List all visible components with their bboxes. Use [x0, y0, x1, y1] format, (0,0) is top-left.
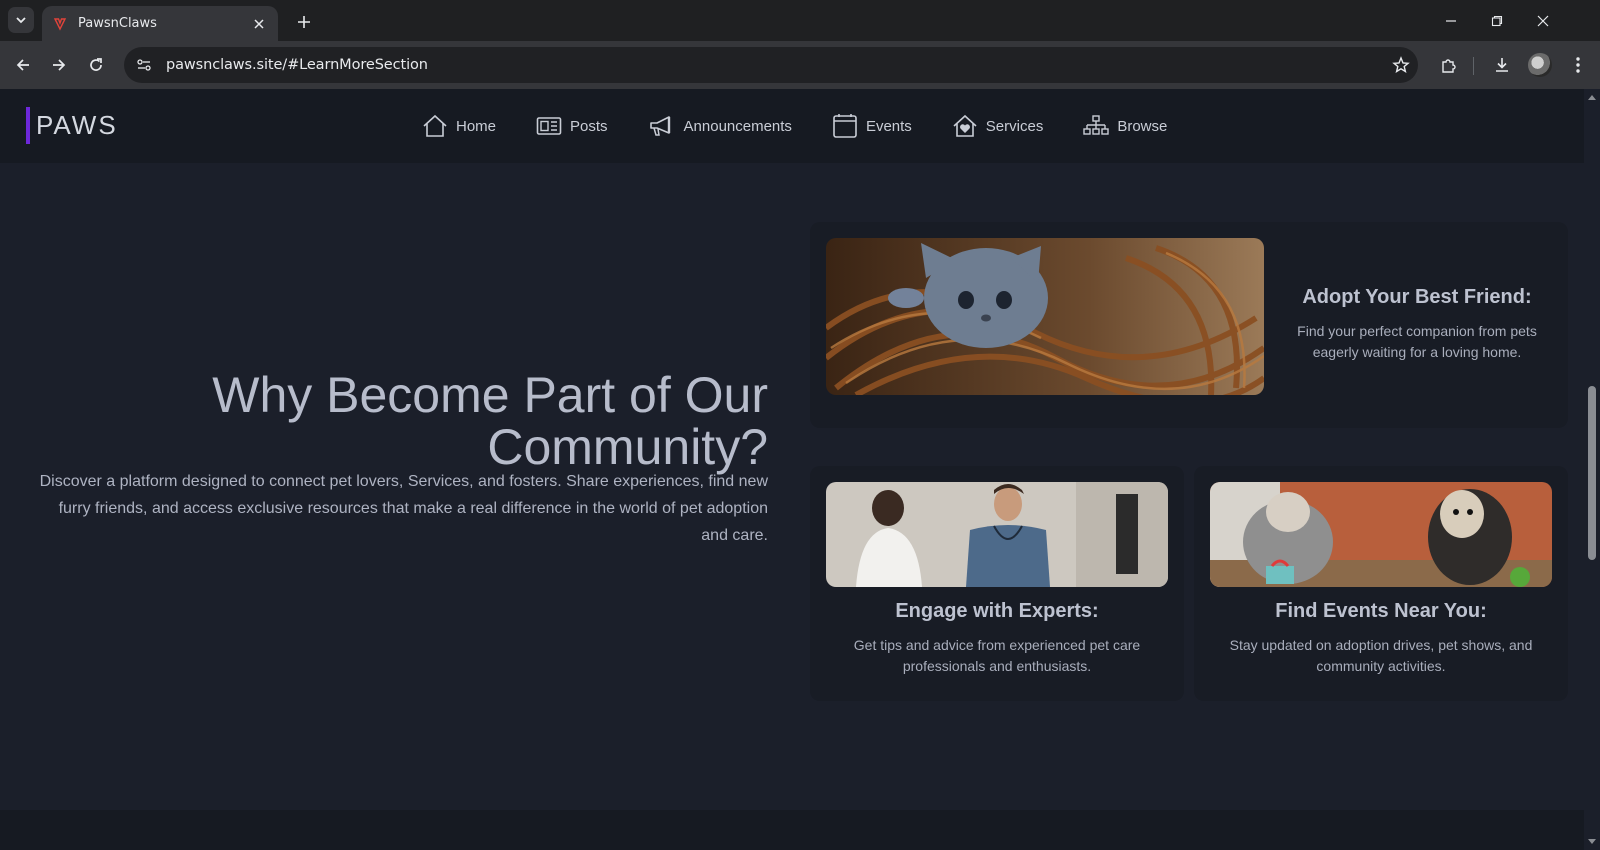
feature-card-experts: Engage with Experts: Get tips and advice… [810, 466, 1184, 701]
adopt-card-description: Find your perfect companion from pets ea… [1297, 323, 1537, 360]
events-card-title: Find Events Near You: [1275, 600, 1487, 622]
close-icon [1537, 15, 1549, 26]
calendar-icon [833, 114, 857, 138]
dogs-with-gifts-image [1210, 482, 1552, 587]
reload-icon [90, 58, 102, 71]
url-text: pawsnclaws.site/#LearnMoreSection [166, 57, 428, 73]
nav-home-label: Home [456, 117, 497, 135]
browser-tabbar: PawsnClaws [0, 0, 1600, 41]
site-logo[interactable]: PAWS [26, 107, 118, 144]
next-section-edge [0, 810, 1584, 850]
nav-announcements[interactable]: Announcements [648, 113, 792, 139]
plus-icon [298, 16, 310, 28]
kitten-in-basket-image [826, 238, 1264, 395]
scrollbar-thumb[interactable] [1588, 386, 1596, 560]
browser-toolbar: pawsnclaws.site/#LearnMoreSection [0, 41, 1600, 89]
tab-search-button[interactable] [8, 7, 34, 33]
minimize-icon [1446, 19, 1456, 22]
nav-announcements-label: Announcements [683, 117, 792, 135]
bookmark-star-icon[interactable] [1384, 56, 1418, 74]
experts-card-description: Get tips and advice from experienced pet… [853, 637, 1141, 674]
nav-services[interactable]: Services [952, 113, 1044, 139]
arrow-left-icon [16, 59, 29, 71]
vet-professionals-image [826, 482, 1168, 587]
address-bar[interactable]: pawsnclaws.site/#LearnMoreSection [124, 47, 1418, 83]
restore-button[interactable] [1474, 0, 1520, 41]
web-page: PAWS Home Posts Announcements Events Ser… [0, 89, 1584, 850]
newspaper-icon [536, 117, 562, 135]
nav-browse-label: Browse [1117, 117, 1168, 135]
experts-card-text: Engage with Experts: Get tips and advice… [826, 600, 1168, 677]
minimize-button[interactable] [1428, 0, 1474, 41]
toolbar-divider [1473, 57, 1474, 75]
nav-posts[interactable]: Posts [536, 113, 608, 139]
back-button[interactable] [11, 53, 35, 77]
scroll-down-arrow-icon[interactable] [1584, 837, 1600, 847]
tab-title: PawsnClaws [78, 16, 157, 31]
megaphone-icon [649, 116, 670, 136]
nav-services-label: Services [985, 117, 1044, 135]
chevron-down-icon [16, 17, 26, 24]
feature-card-events: Find Events Near You: Stay updated on ad… [1194, 466, 1568, 701]
house-heart-icon [953, 114, 977, 137]
experts-card-title: Engage with Experts: [895, 600, 1099, 622]
profile-avatar[interactable] [1528, 53, 1552, 77]
download-icon[interactable] [1490, 53, 1514, 77]
nav-events[interactable]: Events [832, 113, 912, 139]
nav-browse[interactable]: Browse [1083, 113, 1167, 139]
extensions-icon[interactable] [1437, 53, 1461, 77]
nav-posts-label: Posts [570, 117, 608, 135]
browser-tab[interactable]: PawsnClaws [42, 6, 278, 41]
favicon-icon [53, 17, 67, 31]
adopt-card-text: Adopt Your Best Friend: Find your perfec… [1276, 286, 1558, 363]
close-window-button[interactable] [1520, 0, 1566, 41]
scroll-up-arrow-icon[interactable] [1584, 92, 1600, 102]
feature-card-adopt: Adopt Your Best Friend: Find your perfec… [810, 222, 1568, 428]
events-card-description: Stay updated on adoption drives, pet sho… [1229, 637, 1533, 674]
sitemap-icon [1083, 115, 1110, 135]
site-header: PAWS Home Posts Announcements Events Ser… [0, 89, 1584, 163]
forward-button[interactable] [47, 53, 71, 77]
reload-button[interactable] [84, 53, 108, 77]
hero-title: Why Become Part of Our Community? [212, 367, 768, 475]
home-icon [423, 114, 447, 137]
adopt-card-title: Adopt Your Best Friend: [1302, 286, 1532, 308]
new-tab-button[interactable] [292, 10, 316, 34]
tab-close-icon[interactable] [250, 15, 268, 33]
main-nav: Home Posts Announcements Events Services… [422, 113, 1207, 139]
site-settings-icon[interactable] [128, 51, 160, 79]
menu-kebab-icon[interactable] [1566, 53, 1590, 77]
nav-home[interactable]: Home [422, 113, 496, 139]
hero-description: Discover a platform designed to connect … [39, 473, 768, 544]
restore-icon [1491, 15, 1503, 26]
events-card-text: Find Events Near You: Stay updated on ad… [1210, 600, 1552, 677]
arrow-right-icon [53, 59, 66, 71]
nav-events-label: Events [865, 117, 912, 135]
page-scrollbar[interactable] [1584, 89, 1600, 850]
